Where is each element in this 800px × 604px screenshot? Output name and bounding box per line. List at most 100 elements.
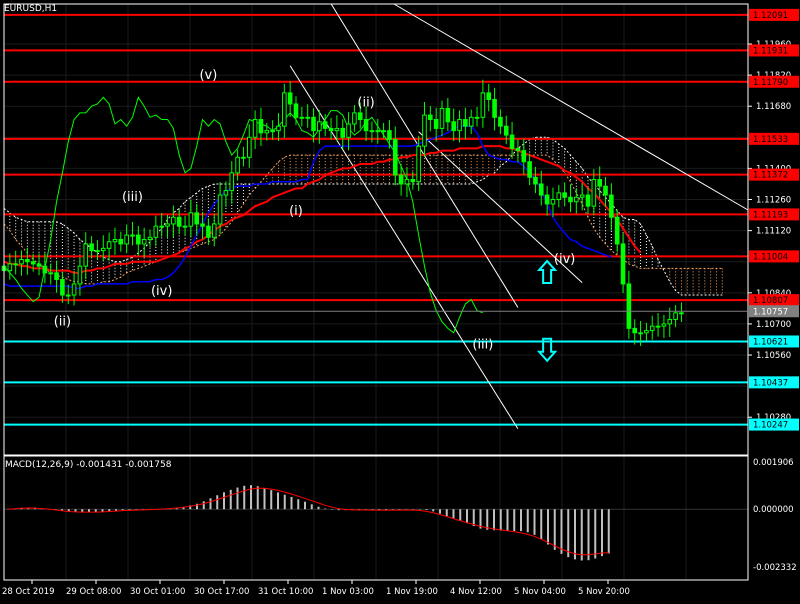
- candle-body: [322, 121, 328, 129]
- wave-label[interactable]: (i): [289, 204, 303, 219]
- price-axis-label: 1.11260: [756, 196, 791, 206]
- candle-body: [614, 216, 620, 245]
- chart-canvas[interactable]: (ii) (iii) (iv) (v) (i) (ii) (iii) (iv) 1.11960…: [0, 0, 800, 600]
- candle-body: [515, 147, 521, 152]
- time-axis-label: 1 Nov 19:00: [386, 587, 438, 597]
- candle-body: [60, 278, 65, 296]
- candle-body: [620, 243, 626, 285]
- wave-label[interactable]: (ii): [54, 315, 71, 330]
- candle-body: [533, 176, 538, 185]
- candle-body: [7, 263, 13, 272]
- grid: [4, 4, 748, 580]
- candle-body: [188, 212, 194, 227]
- candle-body: [241, 156, 246, 159]
- macd-axis-label: 0.001906: [753, 458, 794, 468]
- candle-body: [486, 92, 492, 101]
- macd-label: MACD(12,26,9) -0.001431 -0.001758: [5, 460, 172, 470]
- wave-label[interactable]: (iv): [151, 284, 172, 299]
- candle-body: [463, 119, 468, 127]
- price-candles: [1, 79, 684, 346]
- candle-body: [252, 119, 258, 138]
- candle-body: [609, 194, 614, 218]
- candle-body: [194, 212, 200, 225]
- candle-body: [264, 130, 270, 134]
- candle-body: [147, 236, 153, 240]
- candle-body: [200, 223, 205, 227]
- candle-body: [538, 183, 544, 196]
- candle-body: [673, 312, 678, 320]
- wave-label[interactable]: (iii): [122, 190, 143, 205]
- up-arrow-icon[interactable]: [536, 259, 558, 285]
- candle-body: [153, 225, 159, 238]
- candle-body: [498, 116, 503, 127]
- candle-body: [638, 332, 643, 335]
- candle-body: [25, 258, 30, 263]
- candle-body: [159, 225, 164, 228]
- candle-body: [632, 327, 638, 334]
- channel-line[interactable]: [393, 3, 749, 211]
- candle-body: [585, 194, 591, 207]
- candle-body: [305, 116, 310, 119]
- candle-body: [503, 125, 509, 136]
- candle-body: [375, 130, 381, 133]
- candle-body: [369, 130, 375, 133]
- candle-body: [574, 196, 579, 203]
- wave-label[interactable]: (iii): [472, 338, 493, 353]
- candle-body: [282, 92, 287, 127]
- candle-body: [36, 263, 42, 267]
- candle-body: [136, 234, 141, 245]
- candle-body: [246, 136, 252, 158]
- candle-body: [468, 116, 474, 127]
- time-axis-label: 30 Oct 17:00: [194, 587, 249, 597]
- time-axis-label: 29 Oct 08:00: [66, 587, 121, 597]
- candle-body: [626, 283, 632, 329]
- candle-body: [317, 121, 322, 132]
- candle-body: [579, 194, 585, 198]
- candle-body: [474, 116, 480, 119]
- macd-axis-label: -0.002332: [753, 563, 797, 573]
- candle-body: [568, 196, 573, 203]
- candle-body: [544, 194, 550, 205]
- candle-body: [392, 139, 398, 176]
- price-level-tag-text: 1.11372: [753, 171, 788, 181]
- candle-body: [603, 185, 608, 196]
- wave-label[interactable]: (v): [199, 68, 217, 83]
- wave-label[interactable]: (iv): [554, 252, 575, 267]
- candle-body: [206, 225, 211, 238]
- candle-body: [270, 130, 275, 133]
- candle-body: [521, 150, 527, 163]
- trend-channel-lines[interactable]: [289, 3, 749, 430]
- symbol-title: EURUSD,H1: [4, 4, 57, 14]
- time-axis-label: 28 Oct 2019: [2, 587, 55, 597]
- candle-body: [48, 272, 54, 275]
- price-level-tag-text: 1.11004: [753, 252, 788, 262]
- kijun-sen: [3, 145, 642, 274]
- price-axis-label: 1.11680: [756, 102, 791, 112]
- macd-signal-line: [7, 487, 609, 556]
- time-axis-label: 31 Oct 10:00: [258, 587, 313, 597]
- candle-body: [165, 223, 170, 227]
- price-axis-label: 1.11120: [756, 227, 791, 237]
- candle-body: [357, 112, 363, 121]
- candle-body: [556, 192, 562, 201]
- candle-body: [176, 216, 182, 227]
- candle-body: [667, 318, 673, 325]
- candle-body: [480, 92, 486, 118]
- candle-body: [112, 238, 118, 243]
- candle-body: [457, 119, 462, 132]
- candle-body: [410, 179, 416, 183]
- macd-axis-label: 0.000000: [753, 505, 794, 515]
- wave-label[interactable]: (ii): [357, 95, 374, 110]
- candle-body: [328, 127, 334, 132]
- price-axis: 1.119601.118201.116801.114001.112601.111…: [4, 8, 799, 573]
- candle-body: [679, 312, 684, 315]
- candle-body: [42, 265, 48, 274]
- candle-body: [439, 107, 445, 129]
- price-axis-label: 1.10560: [756, 351, 791, 361]
- current-price-tag-text: 1.10757: [753, 307, 788, 317]
- candle-body: [363, 119, 369, 132]
- candle-body: [258, 119, 264, 134]
- candle-body: [229, 172, 235, 192]
- candle-body: [340, 127, 346, 138]
- elliott-wave-labels[interactable]: (ii) (iii) (iv) (v) (i) (ii) (iii) (iv): [54, 68, 576, 353]
